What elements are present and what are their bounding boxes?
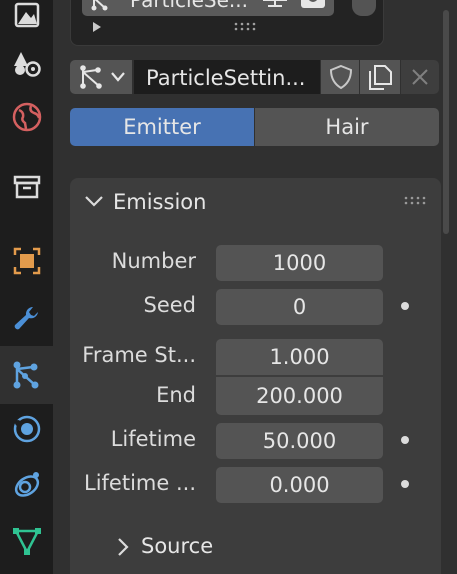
drag-handle-icon[interactable] [404, 196, 428, 206]
tab-data[interactable] [0, 512, 53, 570]
resize-handle-icon[interactable] [234, 22, 258, 32]
keyframe-dot[interactable] [401, 436, 409, 444]
source-subpanel-header[interactable]: Source [112, 530, 312, 564]
tab-physics[interactable] [0, 400, 53, 458]
subpanel-title: Source [141, 534, 214, 558]
scene-icon [13, 52, 41, 77]
chevron-down-icon [111, 72, 125, 82]
list-scroll-handle[interactable] [352, 0, 376, 16]
particles-icon [91, 0, 108, 11]
tab-world[interactable] [0, 88, 53, 146]
panel-title: Emission [113, 190, 207, 214]
frame-end-field[interactable]: 200.000 [216, 377, 383, 415]
keyframe-dot[interactable] [401, 480, 409, 488]
constraints-icon [14, 472, 39, 497]
seed-field[interactable]: 0 [216, 289, 383, 325]
frame-start-field[interactable]: 1.000 [216, 339, 383, 375]
particles-icon [13, 361, 38, 389]
list-item-label: ParticleSe... [130, 0, 248, 12]
frame-end-label: End [156, 383, 196, 407]
close-icon [412, 69, 428, 85]
fake-user-button[interactable] [321, 60, 359, 94]
tab-collection[interactable] [0, 158, 53, 216]
data-icon [12, 528, 41, 555]
particles-icon [80, 65, 102, 89]
emission-panel-header[interactable]: Emission [70, 178, 441, 228]
new-copy-button[interactable] [360, 60, 400, 94]
properties-tab-bar [0, 0, 53, 574]
render-icon [14, 2, 39, 28]
list-item[interactable]: ParticleSe... [82, 0, 334, 16]
frame-start-label: Frame St... [82, 343, 196, 367]
tab-particles[interactable] [0, 346, 53, 404]
collection-icon [13, 175, 40, 199]
keyframe-dot[interactable] [401, 302, 409, 310]
shield-icon [329, 64, 353, 90]
lifetime-random-field[interactable]: 0.000 [216, 467, 383, 503]
emitter-toggle[interactable]: Emitter [70, 108, 254, 146]
expand-arrow-icon[interactable] [90, 20, 104, 34]
physics-icon [13, 415, 40, 443]
emission-panel [70, 178, 441, 574]
tab-scene[interactable] [0, 34, 53, 92]
object-icon [13, 247, 40, 275]
seed-label: Seed [143, 293, 197, 317]
browse-particle-settings-button[interactable] [70, 60, 132, 94]
number-label: Number [111, 249, 196, 273]
lifetime-random-label: Lifetime ... [84, 471, 196, 495]
chevron-down-icon [85, 196, 103, 207]
unlink-button[interactable] [401, 60, 439, 94]
modifier-icon [14, 306, 38, 330]
chevron-right-icon [118, 538, 129, 556]
region-scrollbar[interactable] [443, 10, 449, 234]
tab-modifiers[interactable] [0, 290, 53, 348]
tab-constraints[interactable] [0, 456, 53, 514]
hair-toggle[interactable]: Hair [255, 108, 439, 146]
duplicate-icon [369, 65, 392, 90]
number-field[interactable]: 1000 [216, 245, 383, 281]
camera-icon[interactable] [300, 0, 326, 12]
particle-settings-name-field[interactable]: ParticleSettin... [134, 60, 320, 94]
lifetime-label: Lifetime [110, 427, 196, 451]
world-icon [12, 102, 41, 132]
tab-object[interactable] [0, 232, 53, 290]
monitor-icon[interactable] [262, 0, 288, 12]
lifetime-field[interactable]: 50.000 [216, 423, 383, 459]
